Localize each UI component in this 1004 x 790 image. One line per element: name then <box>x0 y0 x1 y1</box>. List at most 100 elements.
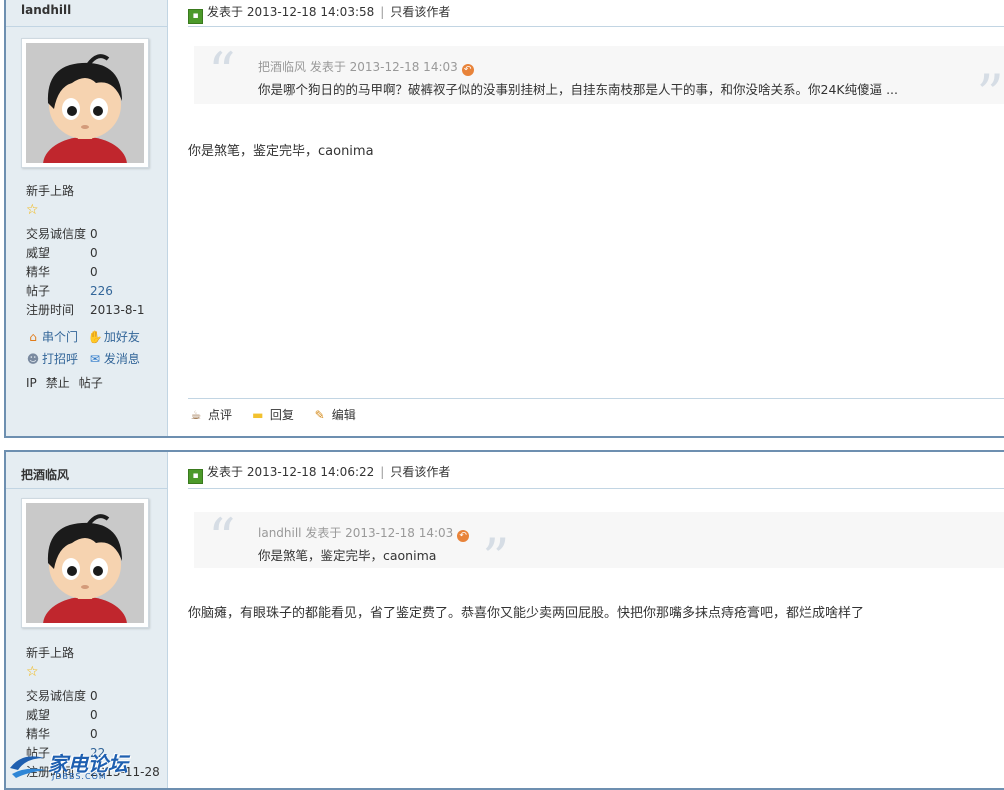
quote-meta-text: landhill 发表于 2013-12-18 14:03 <box>258 526 454 540</box>
rate-button[interactable]: ☕ 点评 <box>188 406 232 423</box>
stat-value: 0 <box>90 689 98 703</box>
stat-posts: 帖子 226 <box>26 282 144 301</box>
greet-icon: ☻ <box>26 352 40 366</box>
ban-posts-link[interactable]: 帖子 <box>79 376 103 390</box>
stat-prestige: 威望 0 <box>26 244 144 263</box>
site-watermark-logo: 家电论坛 JDBBS.COM <box>8 748 168 784</box>
author-sidebar: landhill 新手上路 ☆ 交易诚信度 0 威望 0 精华 0 帖子 226… <box>6 0 168 436</box>
stat-value: 0 <box>90 708 98 722</box>
divider <box>6 488 167 489</box>
quote-text: 你是煞笔，鉴定完毕，caonima <box>258 548 437 563</box>
online-status-icon: ▪ <box>188 469 203 484</box>
ip-link[interactable]: IP <box>26 376 37 390</box>
avatar[interactable] <box>21 498 149 628</box>
quote-meta: 把酒临风 发表于 2013-12-18 14:03 ↶ <box>258 58 474 76</box>
author-only-link[interactable]: 只看该作者 <box>390 465 450 479</box>
quote-open-icon: “ <box>208 41 236 104</box>
star-icon: ☆ <box>26 202 39 218</box>
envelope-icon: ✉ <box>89 352 100 366</box>
reply-label: 回复 <box>269 408 294 422</box>
separator: | <box>380 465 385 479</box>
post-landhill: landhill 新手上路 ☆ 交易诚信度 0 威望 0 精华 0 帖子 226… <box>4 0 1004 438</box>
edit-label: 编辑 <box>331 408 356 422</box>
quote-meta: landhill 发表于 2013-12-18 14:03 ↶ <box>258 524 470 542</box>
user-rank: 新手上路 <box>26 184 75 198</box>
online-status-icon: ▪ <box>188 9 203 24</box>
post-header: ▪ 发表于 2013-12-18 14:03:58 | 只看该作者 <box>188 2 1004 26</box>
post-content: ▪ 发表于 2013-12-18 14:06:22 | 只看该作者 “ landhil… <box>188 452 1004 788</box>
stat-posts-link[interactable]: 226 <box>90 284 113 298</box>
watermark-subtext: JDBBS.COM <box>52 772 107 781</box>
post-message: 你是煞笔，鉴定完毕，caonima <box>188 144 374 159</box>
divider <box>6 26 167 27</box>
rate-label: 点评 <box>208 408 233 422</box>
star-icon: ☆ <box>26 664 39 680</box>
post-timestamp: 发表于 2013-12-18 14:03:58 <box>207 5 375 19</box>
stat-label: 交易诚信度 <box>26 227 87 241</box>
post-timestamp: 发表于 2013-12-18 14:06:22 <box>207 465 375 479</box>
post-footer: ☕ 点评 ▬ 回复 ✎ 编辑 <box>188 406 370 423</box>
admin-links: IP 禁止 帖子 <box>26 374 112 391</box>
greet-link[interactable]: ☻ 打招呼 <box>26 348 78 370</box>
greet-label: 打招呼 <box>42 352 79 366</box>
reply-button[interactable]: ▬ 回复 <box>250 406 294 423</box>
author-only-link[interactable]: 只看该作者 <box>390 5 450 19</box>
stat-label: 帖子 <box>26 284 51 298</box>
avatar-image <box>26 43 144 163</box>
author-sidebar: 把酒临风 新手上路 ☆ 交易诚信度 0 威望 0 精华 0 帖子 22 注册时间… <box>6 452 168 788</box>
quote-block: “ 把酒临风 发表于 2013-12-18 14:03 ↶ 你是哪个狗日的的马甲… <box>194 41 1004 122</box>
user-rank: 新手上路 <box>26 646 75 660</box>
stat-value: 0 <box>90 246 98 260</box>
divider <box>188 488 1004 489</box>
ban-link[interactable]: 禁止 <box>46 376 70 390</box>
quote-meta-text: 把酒临风 发表于 2013-12-18 14:03 <box>258 60 458 74</box>
stat-registered: 注册时间 2013-8-1 <box>26 301 144 320</box>
stat-label: 精华 <box>26 727 51 741</box>
user-stats: 交易诚信度 0 威望 0 精华 0 帖子 226 注册时间 2013-8-1 <box>26 225 144 320</box>
avatar[interactable] <box>21 38 149 168</box>
stat-value: 0 <box>90 227 98 241</box>
stat-value: 2013-8-1 <box>90 303 145 317</box>
handshake-icon: ✋ <box>87 330 103 344</box>
stat-prestige: 威望 0 <box>26 706 160 725</box>
post-header: ▪ 发表于 2013-12-18 14:06:22 | 只看该作者 <box>188 462 1004 486</box>
quote-block: “ landhill 发表于 2013-12-18 14:03 ↶ 你是煞笔，鉴… <box>194 507 1004 586</box>
visit-label: 串个门 <box>42 330 79 344</box>
stat-digest: 精华 0 <box>26 725 160 744</box>
home-icon: ⌂ <box>29 330 37 344</box>
divider <box>188 26 1004 27</box>
jump-to-post-icon[interactable]: ↶ <box>461 64 474 76</box>
stat-credit: 交易诚信度 0 <box>26 225 144 244</box>
speech-bubble-icon: ▬ <box>252 408 264 422</box>
stat-label: 注册时间 <box>26 303 75 317</box>
stat-value: 0 <box>90 265 98 279</box>
author-username[interactable]: 把酒临风 <box>21 466 69 483</box>
divider <box>188 398 1004 399</box>
user-actions: ⌂ 串个门 ✋加好友 ☻ 打招呼 ✉ 发消息 <box>26 326 146 370</box>
quote-open-icon: “ <box>208 507 236 570</box>
quote-close-icon: ” <box>976 63 1004 126</box>
author-username[interactable]: landhill <box>21 3 71 17</box>
jump-to-post-icon[interactable]: ↶ <box>457 530 470 542</box>
message-link[interactable]: ✉ 发消息 <box>88 348 140 370</box>
separator: | <box>380 5 385 19</box>
visit-link[interactable]: ⌂ 串个门 <box>26 326 78 348</box>
quote-text: 你是哪个狗日的的马甲啊？破裤衩子似的没事别挂树上，自挂东南枝那是人干的事，和你没… <box>258 82 898 97</box>
stat-label: 交易诚信度 <box>26 689 87 703</box>
avatar-image <box>26 503 144 623</box>
post-bajiulinfeng: 把酒临风 新手上路 ☆ 交易诚信度 0 威望 0 精华 0 帖子 22 注册时间… <box>4 450 1004 790</box>
stat-label: 威望 <box>26 708 51 722</box>
post-content: ▪ 发表于 2013-12-18 14:03:58 | 只看该作者 “ 把酒临风 发表… <box>188 0 1004 436</box>
pencil-icon: ✎ <box>314 408 325 422</box>
edit-button[interactable]: ✎ 编辑 <box>312 406 356 423</box>
coffee-cup-icon: ☕ <box>190 408 202 422</box>
watermark-swoosh-icon <box>10 756 46 778</box>
stat-digest: 精华 0 <box>26 263 144 282</box>
stat-label: 威望 <box>26 246 51 260</box>
quote-close-icon: ” <box>482 527 510 590</box>
stat-label: 精华 <box>26 265 51 279</box>
message-label: 发消息 <box>103 352 140 366</box>
stat-value: 0 <box>90 727 98 741</box>
stat-credit: 交易诚信度 0 <box>26 687 160 706</box>
add-friend-link[interactable]: ✋加好友 <box>88 326 140 348</box>
